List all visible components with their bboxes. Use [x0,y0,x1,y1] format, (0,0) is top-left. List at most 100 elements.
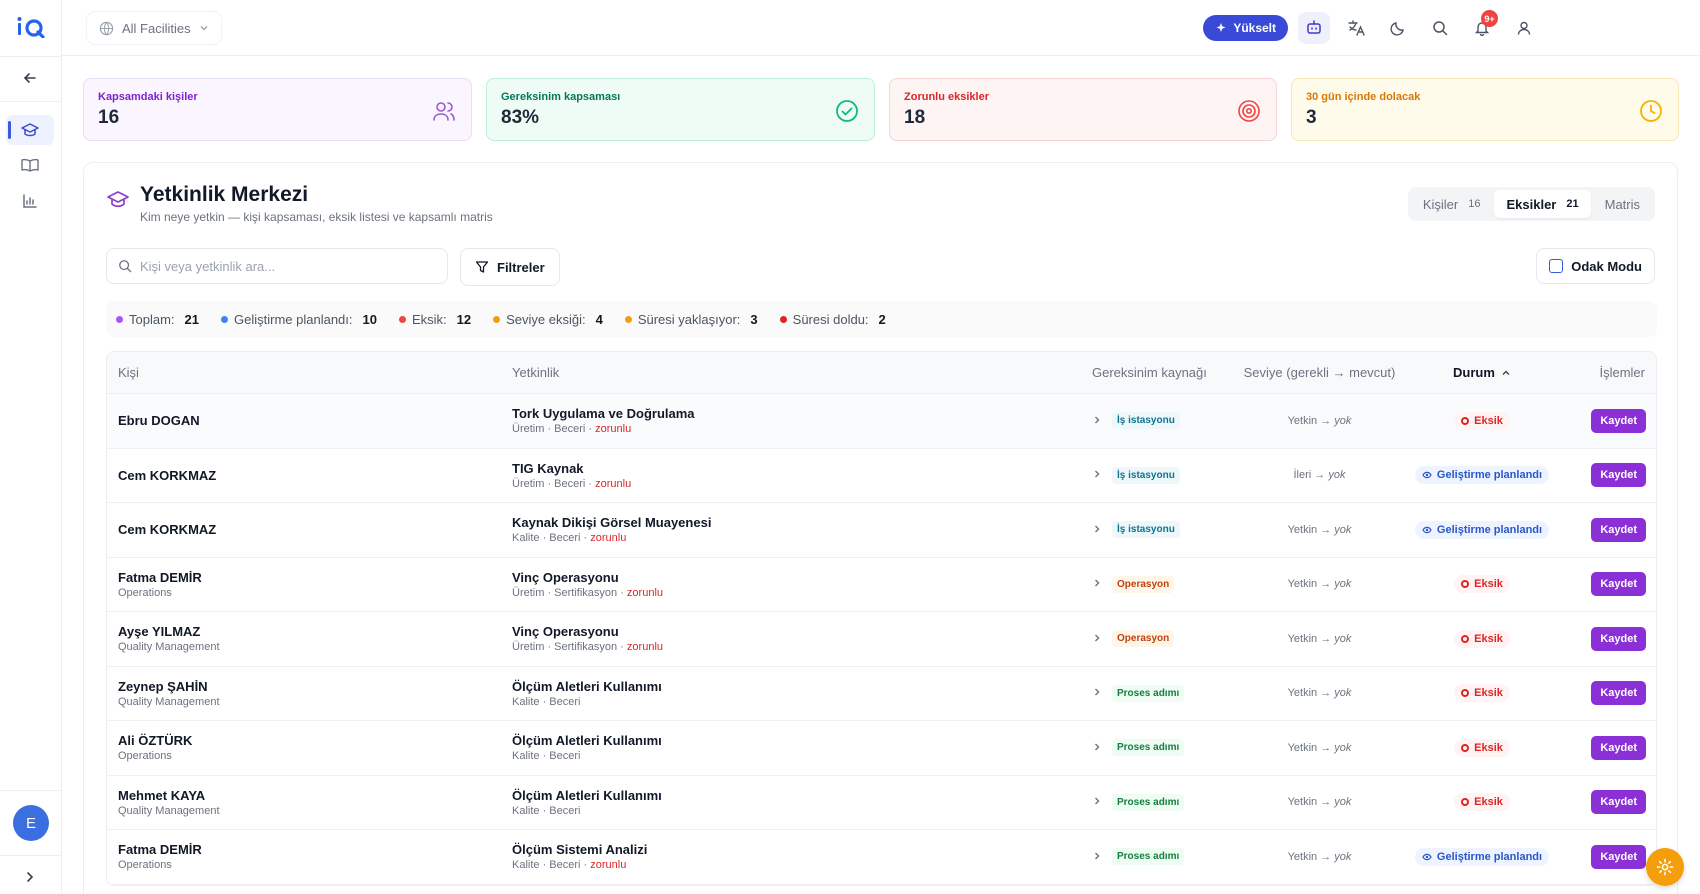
status-label: Geliştirme planlandı [1436,850,1543,863]
person-name: Fatma DEMİR [118,842,202,858]
save-button[interactable]: Kaydet [1591,626,1646,651]
stat-value: 12 [456,311,472,327]
save-button[interactable]: Kaydet [1591,735,1646,760]
table-row[interactable]: Ali ÖZTÜRK Operations Ölçüm Aletleri Kul… [107,721,1656,776]
cell-competency: Ölçüm Aletleri Kullanımı Kalite · Beceri [512,733,662,762]
save-button[interactable]: Kaydet [1591,681,1646,706]
sidebar-item-competency[interactable] [6,115,54,145]
cell-actions: Kaydet [1591,463,1646,488]
expand-row-button[interactable] [1092,686,1102,700]
focus-mode-checkbox[interactable] [1549,259,1564,273]
tab-count: 21 [1566,198,1579,210]
save-button[interactable]: Kaydet [1591,844,1646,869]
upgrade-label: Yükselt [1233,21,1276,35]
search-icon [1433,21,1448,36]
sidebar-expand-button[interactable] [6,862,54,892]
expand-row-button[interactable] [1092,741,1102,755]
table-row[interactable]: Cem KORKMAZ TIG Kaynak Üretim · Beceri ·… [107,448,1656,503]
tab-label: Kişiler [1422,196,1459,212]
graduation-cap-icon [107,191,129,208]
sort-up-icon [1502,370,1510,375]
notifications-button[interactable]: 9+ [1466,10,1498,44]
table-row[interactable]: Zeynep ŞAHİN Quality Management Ölçüm Al… [107,666,1656,721]
expand-row-button[interactable] [1092,523,1102,537]
notification-badge: 9+ [1481,10,1498,27]
source-tag: Proses adımı [1112,848,1185,866]
stat-value: 10 [362,311,377,327]
table-row[interactable]: Mehmet KAYA Quality Management Ölçüm Ale… [107,775,1656,830]
level-required: Yetkin [1287,796,1318,809]
expand-row-button[interactable] [1092,850,1102,864]
cell-competency: Ölçüm Aletleri Kullanımı Kalite · Beceri [512,679,662,708]
tab-matrix[interactable]: Matris [1593,190,1652,218]
search-box [106,248,448,284]
tab-gaps[interactable]: Eksikler 21 [1494,190,1591,218]
user-avatar[interactable]: E [13,805,49,841]
sidebar-item-library[interactable] [6,150,54,180]
search-input[interactable] [140,258,430,274]
status-badge: Geliştirme planlandı [1414,847,1550,866]
level-required: Yetkin [1287,850,1318,863]
theme-toggle-button[interactable] [1382,12,1414,44]
upgrade-button[interactable]: Yükselt [1203,15,1288,41]
app-logo[interactable] [16,14,48,40]
table-row[interactable]: Ayşe YILMAZ Quality Management Vinç Oper… [107,612,1656,667]
focus-mode-toggle[interactable]: Odak Modu [1536,248,1655,284]
expand-row-button[interactable] [1092,632,1102,646]
tab-people[interactable]: Kişiler 16 [1411,190,1493,218]
column-header-status[interactable]: Durum [1407,365,1557,380]
expand-row-button[interactable] [1092,414,1102,428]
cell-source: Proses adımı [1092,793,1185,811]
competency-category: Üretim · Sertifikasyon · [512,641,627,654]
save-button[interactable]: Kaydet [1591,572,1646,597]
save-button[interactable]: Kaydet [1591,463,1646,488]
cell-status: Eksik [1407,684,1557,703]
cell-status: Eksik [1407,575,1557,594]
column-header-level[interactable]: Seviye (gerekli → mevcut) [1232,365,1407,380]
table-row[interactable]: Cem KORKMAZ Kaynak Dikişi Görsel Muayene… [107,503,1656,558]
language-button[interactable] [1340,12,1372,44]
expand-row-button[interactable] [1092,468,1102,482]
back-button[interactable] [6,63,54,93]
column-header-competency[interactable]: Yetkinlik [512,365,559,380]
table-row[interactable]: Fatma DEMİR Operations Ölçüm Sistemi Ana… [107,830,1656,885]
cell-actions: Kaydet [1591,517,1646,542]
chevron-right-icon [1095,852,1100,860]
global-search-button[interactable] [1424,12,1456,44]
competency-meta: Üretim · Sertifikasyon · zorunlu [512,641,663,653]
profile-button[interactable] [1508,12,1540,44]
save-button[interactable]: Kaydet [1591,790,1646,815]
save-button[interactable]: Kaydet [1591,517,1646,542]
assistant-button[interactable] [1298,12,1330,44]
expand-row-button[interactable] [1092,577,1102,591]
filters-label: Filtreler [497,259,545,275]
stat-value: 4 [595,311,603,327]
competency-name: Vinç Operasyonu [512,569,619,585]
save-button[interactable]: Kaydet [1591,408,1646,433]
table-row[interactable]: Ebru DOGAN Tork Uygulama ve Doğrulama Ür… [107,394,1656,449]
source-tag: Operasyon [1112,575,1175,593]
column-header-source[interactable]: Gereksinim kaynağı [1092,365,1207,380]
table-row[interactable]: Fatma DEMİR Operations Vinç Operasyonu Ü… [107,557,1656,612]
competency-category: Üretim · Sertifikasyon · [512,586,627,599]
level-current: yok [1334,523,1352,536]
expand-row-button[interactable] [1092,795,1102,809]
level-required: Yetkin [1287,632,1318,645]
column-header-person[interactable]: Kişi [118,365,139,380]
facility-selector[interactable]: All Facilities [87,12,221,44]
competency-name: Tork Uygulama ve Doğrulama [512,406,695,422]
kpi-label: 30 gün içinde dolacak [1306,91,1421,103]
level-current: yok [1334,414,1352,427]
competency-category: Üretim · Beceri · [512,477,596,490]
kpi-card-people: Kapsamdaki kişiler 16 [83,78,472,141]
cell-actions: Kaydet [1591,735,1646,760]
filters-button[interactable]: Filtreler [460,248,560,286]
competency-meta: Kalite · Beceri · zorunlu [512,532,711,544]
eye-icon [1422,472,1432,479]
chevron-right-icon [1095,470,1100,478]
sidebar-item-reports[interactable] [6,186,54,216]
settings-fab[interactable] [1646,848,1684,886]
person-name: Ayşe YILMAZ [118,624,201,640]
chevron-right-icon [1095,634,1100,642]
kpi-value: 83% [501,107,540,128]
